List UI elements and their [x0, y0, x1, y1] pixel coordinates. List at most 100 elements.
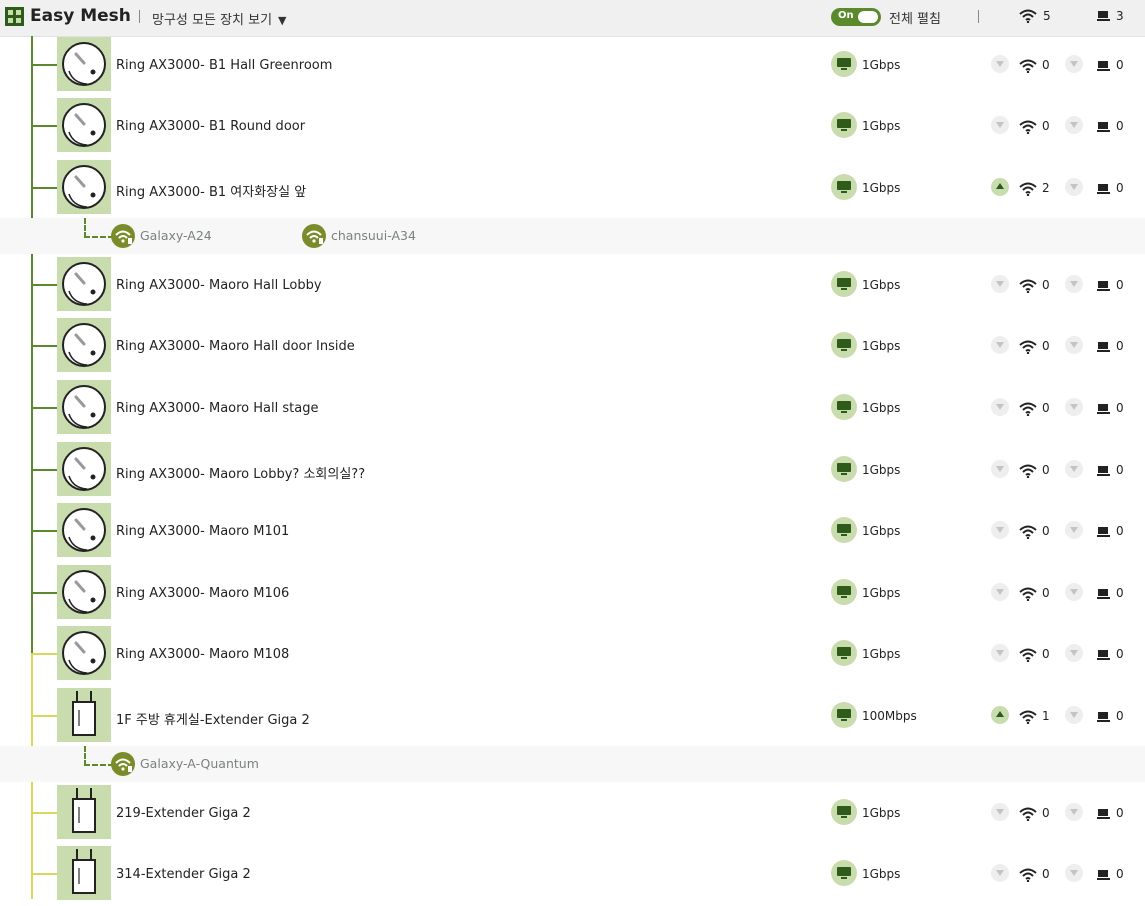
lan-expand-button[interactable] [1065, 583, 1083, 601]
ring-ap-icon [62, 447, 106, 491]
lan-device-icon [1097, 281, 1110, 291]
lan-expand-button[interactable] [1065, 275, 1083, 293]
device-icon-tile [57, 626, 111, 680]
lan-expand-button[interactable] [1065, 398, 1083, 416]
triangle-down-icon [996, 650, 1004, 656]
device-icon-tile [57, 98, 111, 152]
lan-expand-button[interactable] [1065, 803, 1083, 821]
link-speed-value: 1Gbps [862, 401, 901, 415]
device-name[interactable]: Ring AX3000- B1 Hall Greenroom [116, 58, 332, 73]
wifi-expand-button[interactable] [991, 803, 1009, 821]
lan-device-icon [1097, 527, 1110, 537]
wifi-expand-button[interactable] [991, 55, 1009, 73]
lan-expand-button[interactable] [1065, 55, 1083, 73]
triangle-down-icon [996, 122, 1004, 128]
tree-branch-line [31, 407, 57, 409]
link-speed-value: 1Gbps [862, 58, 901, 72]
link-speed-icon [831, 579, 857, 605]
device-name[interactable]: 314-Extender Giga 2 [116, 867, 251, 882]
monitor-glyph [837, 278, 851, 290]
lan-expand-button[interactable] [1065, 644, 1083, 662]
wifi-expand-button[interactable] [991, 336, 1009, 354]
wifi-expand-button[interactable] [991, 398, 1009, 416]
device-name[interactable]: Ring AX3000- Maoro Hall Lobby [116, 278, 322, 293]
device-row[interactable]: Ring AX3000- Maoro Lobby? 소회의실?? 1Gbps 0 0 [0, 442, 1145, 502]
link-speed-value: 1Gbps [862, 278, 901, 292]
device-row[interactable]: Ring AX3000- Maoro Hall Lobby 1Gbps 0 0 [0, 257, 1145, 317]
device-row[interactable]: Ring AX3000- Maoro Hall door Inside 1Gbps… [0, 318, 1145, 378]
monitor-glyph [837, 524, 851, 536]
tree-branch-line [31, 530, 57, 532]
tree-branch-line [31, 187, 57, 189]
wifi-expand-button[interactable] [991, 864, 1009, 882]
device-name[interactable]: Ring AX3000- Maoro M108 [116, 647, 289, 662]
wifi-expand-button[interactable] [991, 116, 1009, 134]
lan-device-icon [1097, 342, 1110, 352]
ring-ap-icon [62, 165, 106, 209]
wifi-expand-button[interactable] [991, 460, 1009, 478]
lan-expand-button[interactable] [1065, 336, 1083, 354]
wifi-expand-button[interactable] [991, 644, 1009, 662]
wireless-client-icon [306, 230, 323, 244]
expand-all-toggle[interactable]: On [831, 8, 881, 26]
device-name[interactable]: Ring AX3000- Maoro M106 [116, 586, 289, 601]
lan-client-count: 0 [1116, 278, 1124, 292]
device-row[interactable]: Ring AX3000- B1 여자화장실 앞 1Gbps 2 0 [0, 160, 1145, 220]
lan-client-count: 0 [1116, 339, 1124, 353]
triangle-down-icon [1070, 650, 1078, 656]
device-row[interactable]: Ring AX3000- Maoro M108 1Gbps 0 0 [0, 626, 1145, 686]
link-speed-value: 1Gbps [862, 586, 901, 600]
view-filter-dropdown[interactable]: 망구성 모든 장치 보기 ▼ [152, 9, 287, 28]
device-name[interactable]: 219-Extender Giga 2 [116, 806, 251, 821]
wifi-expand-button[interactable] [991, 583, 1009, 601]
monitor-glyph [837, 806, 851, 818]
device-name[interactable]: Ring AX3000- Maoro Lobby? 소회의실?? [116, 463, 365, 482]
lan-expand-button[interactable] [1065, 116, 1083, 134]
triangle-down-icon [1070, 404, 1078, 410]
device-name[interactable]: 1F 주방 휴게실-Extender Giga 2 [116, 709, 310, 728]
client-name: chansuui-A34 [331, 228, 416, 243]
lan-client-count: 0 [1116, 58, 1124, 72]
wifi-collapse-button[interactable] [991, 178, 1009, 196]
monitor-glyph [837, 586, 851, 598]
link-speed-icon [831, 640, 857, 666]
device-row[interactable]: 1F 주방 휴게실-Extender Giga 2 100Mbps 1 0 [0, 688, 1145, 748]
lan-expand-button[interactable] [1065, 178, 1083, 196]
wifi-client-count: 0 [1042, 401, 1050, 415]
wifi-icon [1019, 710, 1037, 724]
triangle-down-icon [996, 61, 1004, 67]
device-name[interactable]: Ring AX3000- Maoro Hall door Inside [116, 339, 355, 354]
device-name[interactable]: Ring AX3000- B1 여자화장실 앞 [116, 181, 306, 200]
device-name[interactable]: Ring AX3000- Maoro M101 [116, 524, 289, 539]
monitor-glyph [837, 58, 851, 70]
lan-expand-button[interactable] [1065, 864, 1083, 882]
lan-client-count: 0 [1116, 806, 1124, 820]
lan-expand-button[interactable] [1065, 460, 1083, 478]
client-name: Galaxy-A-Quantum [140, 756, 259, 771]
device-row[interactable]: Ring AX3000- Maoro M101 1Gbps 0 0 [0, 503, 1145, 563]
tree-branch-line [31, 812, 57, 814]
device-row[interactable]: 219-Extender Giga 2 1Gbps 0 0 [0, 785, 1145, 845]
lan-device-icon [1097, 466, 1110, 476]
device-row[interactable]: Ring AX3000- Maoro Hall stage 1Gbps 0 0 [0, 380, 1145, 440]
wifi-client-count: 0 [1042, 647, 1050, 661]
lan-expand-button[interactable] [1065, 521, 1083, 539]
lan-device-icon [1097, 184, 1110, 194]
wifi-collapse-button[interactable] [991, 706, 1009, 724]
device-row[interactable]: Ring AX3000- B1 Round door 1Gbps 0 0 [0, 98, 1145, 158]
device-name[interactable]: Ring AX3000- B1 Round door [116, 119, 305, 134]
lan-expand-button[interactable] [1065, 706, 1083, 724]
device-row[interactable]: 314-Extender Giga 2 1Gbps 0 0 [0, 846, 1145, 906]
device-row[interactable]: Ring AX3000- Maoro M106 1Gbps 0 0 [0, 565, 1145, 625]
device-row[interactable]: Ring AX3000- B1 Hall Greenroom 1Gbps 0 0 [0, 37, 1145, 97]
triangle-down-icon [996, 404, 1004, 410]
device-name[interactable]: Ring AX3000- Maoro Hall stage [116, 401, 318, 416]
triangle-down-icon [1070, 712, 1078, 718]
wifi-client-count: 0 [1042, 58, 1050, 72]
link-speed-icon [831, 112, 857, 138]
header-divider [139, 10, 140, 23]
wifi-expand-button[interactable] [991, 521, 1009, 539]
wifi-expand-button[interactable] [991, 275, 1009, 293]
monitor-glyph [837, 867, 851, 879]
triangle-down-icon [996, 870, 1004, 876]
